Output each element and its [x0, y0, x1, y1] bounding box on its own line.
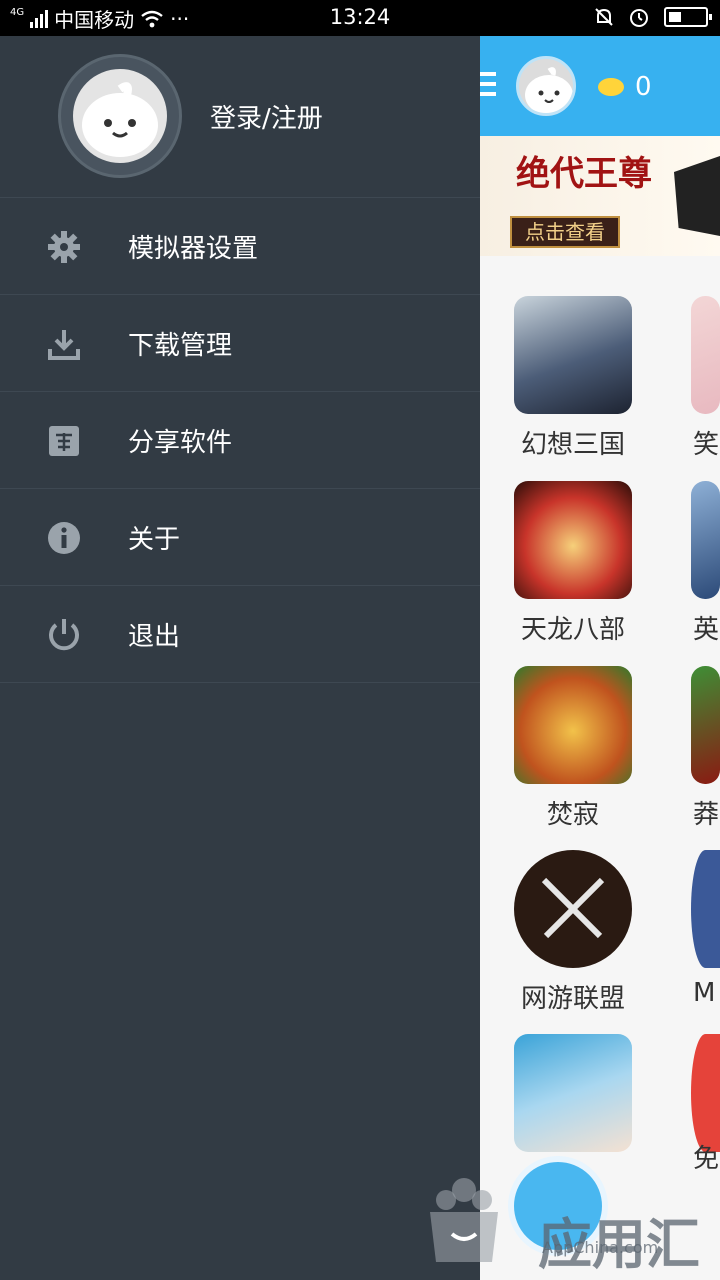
app-icon [691, 481, 720, 599]
banner-art [674, 156, 720, 236]
user-avatar[interactable] [516, 56, 576, 116]
drawer-avatar[interactable] [58, 54, 182, 178]
banner-title: 绝代王尊 [516, 154, 652, 194]
menu-item-label: 模拟器设置 [128, 234, 259, 264]
app-name: 网游联盟 [520, 984, 625, 1014]
app-icon [691, 850, 720, 968]
app-name: 焚寂 [546, 800, 599, 830]
app-icon [691, 1034, 720, 1152]
menu-item-download-manager[interactable]: 下载管理 [0, 295, 480, 392]
app-icon [514, 850, 632, 968]
menu-item-exit[interactable]: 退出 [0, 586, 480, 683]
coin-count: 0 [635, 72, 652, 102]
menu-item-label: 关于 [128, 525, 181, 555]
status-bar: 4G 中国移动 ··· 13:24 [0, 0, 720, 36]
app-name: 天龙八部 [520, 615, 625, 645]
app-name: 英 [693, 615, 720, 645]
promo-banner[interactable]: 绝代王尊 点击查看 [480, 136, 720, 256]
mute-icon [595, 8, 613, 26]
menu-icon[interactable] [480, 72, 496, 100]
battery-icon [664, 7, 712, 27]
status-right [594, 6, 712, 28]
gear-icon [45, 228, 83, 266]
menu-item-simulator-settings[interactable]: 模拟器设置 [0, 198, 480, 295]
app-icon [514, 1034, 632, 1152]
download-icon [45, 325, 83, 363]
app-icon [514, 296, 632, 414]
drawer-profile[interactable]: 登录/注册 [0, 36, 480, 198]
avatar-face-icon [82, 82, 158, 157]
alarm-icon [630, 9, 648, 27]
app-icon [514, 666, 632, 784]
main-content: 0 绝代王尊 点击查看 幻想三国 笑 天龙八部 英 焚寂 莽 网游联盟 M 免 [480, 36, 720, 1280]
app-icon [514, 481, 632, 599]
coin-icon [598, 78, 624, 96]
banner-button[interactable]: 点击查看 [510, 216, 620, 248]
info-icon [45, 519, 83, 557]
navigation-drawer: 登录/注册 模拟器设置 下载管理 分享软件 关于 退出 [0, 36, 480, 1280]
menu-item-about[interactable]: 关于 [0, 489, 480, 586]
app-icon [691, 666, 720, 784]
avatar-image [73, 69, 167, 163]
app-name: 笑 [693, 430, 720, 460]
app-name: M [693, 978, 716, 1008]
recommend-icon [45, 422, 83, 460]
menu-item-share-app[interactable]: 分享软件 [0, 392, 480, 489]
top-bar: 0 [480, 36, 720, 136]
crossed-swords-icon [541, 877, 605, 939]
power-icon [45, 616, 83, 654]
app-name: 免 [693, 1144, 720, 1174]
menu-item-label: 分享软件 [128, 428, 233, 458]
login-register-link[interactable]: 登录/注册 [210, 98, 323, 135]
avatar-face-icon [525, 67, 573, 113]
drawer-menu: 模拟器设置 下载管理 分享软件 关于 退出 [0, 198, 480, 683]
app-name: 幻想三国 [520, 430, 625, 460]
watermark-subtext: AppChina.com [542, 1238, 659, 1257]
menu-item-label: 退出 [128, 622, 181, 652]
watermark-logo-icon [424, 1172, 504, 1266]
menu-item-label: 下载管理 [128, 331, 233, 361]
app-name: 莽 [693, 800, 720, 830]
app-icon [691, 296, 720, 414]
